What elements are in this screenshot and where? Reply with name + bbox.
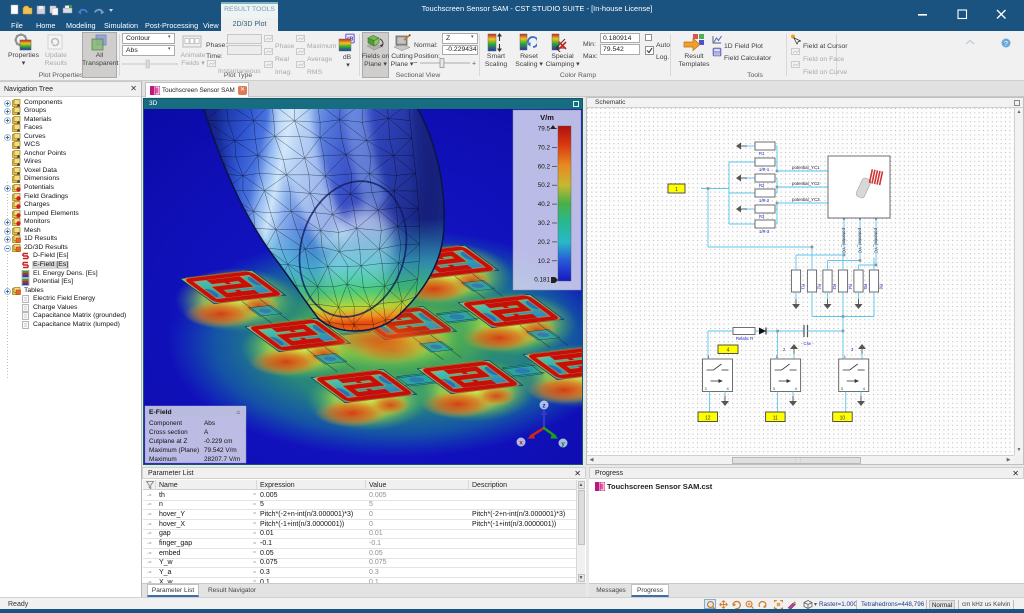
svg-text:Cross section: Cross section	[149, 429, 188, 436]
svg-text:x: x	[519, 440, 523, 447]
svg-text:70.2: 70.2	[538, 144, 551, 151]
svg-text:R5: R5	[863, 284, 868, 290]
svg-text:Cutplane at Z: Cutplane at Z	[149, 438, 187, 445]
svg-text:R3: R3	[759, 214, 765, 219]
svg-text:y: y	[561, 441, 565, 448]
svg-text:-0.229 cm: -0.229 cm	[204, 438, 232, 445]
svg-text:potential_YC: potential_YC	[874, 228, 879, 253]
svg-text:1/R-3: 1/R-3	[759, 229, 770, 234]
svg-text:79.542 V/m: 79.542 V/m	[204, 447, 237, 454]
svg-text:- Cse -: - Cse -	[801, 341, 814, 346]
svg-text:⌂: ⌂	[236, 410, 240, 416]
svg-text:30.2: 30.2	[538, 220, 551, 227]
svg-text:potential_YC2: potential_YC2	[792, 181, 820, 186]
svg-text:R1: R1	[759, 151, 765, 156]
svg-text:28207.7 V/m: 28207.7 V/m	[204, 456, 240, 463]
svg-text:+: +	[472, 61, 476, 68]
svg-text:12: 12	[705, 416, 711, 422]
svg-text:Component: Component	[149, 420, 182, 427]
svg-text:potential_YC: potential_YC	[858, 228, 863, 253]
svg-text:−: −	[413, 58, 418, 67]
svg-text:E-Field: E-Field	[149, 409, 172, 416]
svg-text:10.2: 10.2	[538, 258, 551, 265]
svg-text:R2: R2	[817, 284, 822, 290]
svg-text:R1: R1	[801, 284, 806, 290]
svg-text:?: ?	[1004, 41, 1008, 48]
svg-text:R3: R3	[832, 284, 837, 290]
svg-text:0.181: 0.181	[534, 277, 550, 284]
svg-text:4: 4	[727, 348, 730, 354]
svg-text:79.5: 79.5	[538, 126, 551, 133]
svg-text:50.2: 50.2	[538, 182, 551, 189]
svg-text:R4: R4	[848, 284, 853, 290]
svg-text:1/R-1: 1/R-1	[759, 167, 770, 172]
svg-text:A: A	[204, 429, 209, 436]
svg-text:potential_YC: potential_YC	[842, 228, 847, 253]
svg-text:11: 11	[773, 416, 778, 422]
svg-text:Maximum: Maximum	[149, 456, 177, 463]
svg-text:R6: R6	[879, 284, 884, 290]
svg-text:potential_YC3: potential_YC3	[792, 197, 820, 202]
svg-text:Abs: Abs	[204, 420, 215, 427]
svg-text:potential_YC1: potential_YC1	[792, 165, 820, 170]
svg-text:40.2: 40.2	[538, 201, 551, 208]
svg-text:1/R-2: 1/R-2	[759, 198, 770, 203]
svg-text:1: 1	[675, 187, 678, 193]
svg-text:R2: R2	[759, 183, 765, 188]
svg-text:60.2: 60.2	[538, 163, 551, 170]
svg-text:V/m: V/m	[540, 113, 554, 122]
svg-text:Relabc R: Relabc R	[736, 336, 753, 341]
svg-text:20.2: 20.2	[538, 239, 551, 246]
svg-text:Maximum (Plane): Maximum (Plane)	[149, 447, 199, 454]
svg-text:10: 10	[840, 416, 846, 422]
